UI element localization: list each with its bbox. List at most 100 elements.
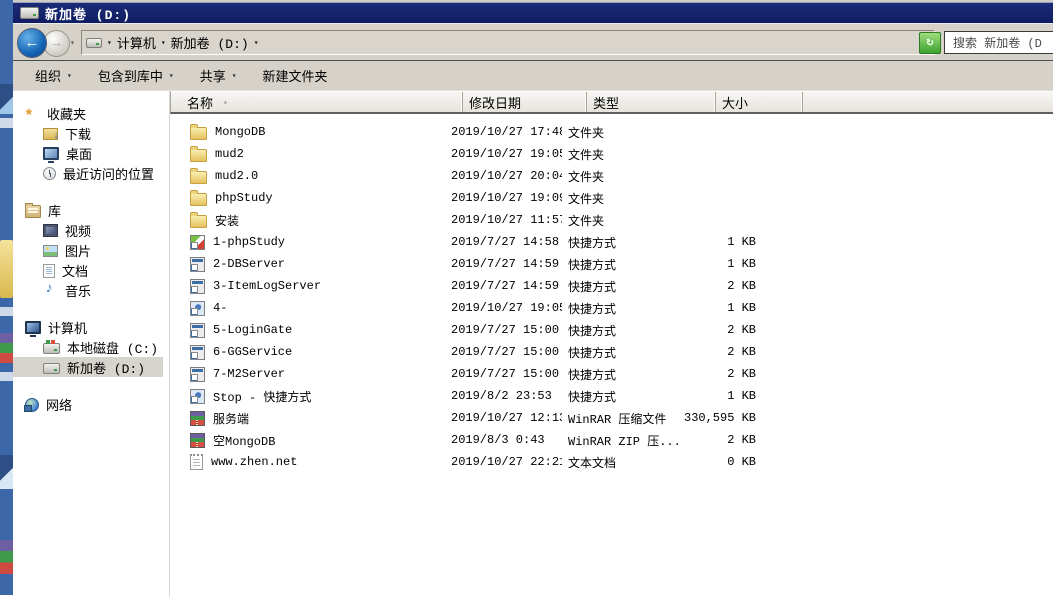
file-type: 快捷方式 — [562, 366, 684, 383]
file-name-cell: www.zhen.net — [170, 454, 445, 470]
breadcrumb-drive[interactable]: 新加卷 (D:) — [171, 33, 249, 52]
sidebar-item[interactable]: 库 — [13, 200, 163, 220]
command-toolbar: 组织 ▾ 包含到库中 ▾ 共享 ▾ 新建文件夹 — [13, 61, 1053, 91]
desktop-icon-label-fragment — [0, 118, 13, 128]
sidebar-item[interactable]: 网络 — [13, 394, 163, 414]
file-name-cell: 安装 — [170, 212, 445, 229]
sidebar-item[interactable]: 最近访问的位置 — [13, 163, 163, 183]
file-row[interactable]: 服务端 2019/10/27 12:13 WinRAR 压缩文件 330,595… — [170, 407, 1053, 429]
shortcut-gear-icon — [190, 301, 205, 316]
folder-icon — [190, 149, 207, 162]
file-type: 快捷方式 — [562, 278, 684, 295]
file-row[interactable]: 7-M2Server 2019/7/27 15:00 快捷方式 2 KB — [170, 363, 1053, 385]
refresh-button[interactable]: ↻ — [919, 32, 941, 54]
new-folder-button[interactable]: 新建文件夹 — [263, 66, 328, 85]
breadcrumb-arrow-icon[interactable]: ▾ — [161, 38, 166, 48]
sidebar-item[interactable]: 下载 — [13, 123, 163, 143]
include-in-library-button[interactable]: 包含到库中 ▾ — [98, 66, 174, 85]
column-header-date[interactable]: 修改日期 — [463, 92, 587, 112]
file-name: 4- — [213, 301, 227, 315]
file-date: 2019/7/27 14:58 — [445, 235, 562, 249]
file-name: mud2 — [215, 147, 244, 161]
file-type: 文件夹 — [562, 146, 684, 163]
file-name-cell: mud2.0 — [170, 168, 445, 184]
file-row[interactable]: 空MongoDB 2019/8/3 0:43 WinRAR ZIP 压... 2… — [170, 429, 1053, 451]
file-row[interactable]: Stop - 快捷方式 2019/8/2 23:53 快捷方式 1 KB — [170, 385, 1053, 407]
file-date: 2019/10/27 19:09 — [445, 191, 562, 205]
file-size: 2 KB — [684, 367, 764, 381]
share-button[interactable]: 共享 ▾ — [200, 66, 237, 85]
file-row[interactable]: 4- 2019/10/27 19:05 快捷方式 1 KB — [170, 297, 1053, 319]
file-date: 2019/8/2 23:53 — [445, 389, 562, 403]
sidebar-item[interactable]: 本地磁盘 (C:) — [13, 337, 163, 357]
column-header-extra[interactable] — [803, 92, 1053, 112]
sidebar-item[interactable]: 桌面 — [13, 143, 163, 163]
file-row[interactable]: www.zhen.net 2019/10/27 22:21 文本文档 0 KB — [170, 451, 1053, 473]
address-breadcrumb-field[interactable]: ▾ 计算机 ▾ 新加卷 (D:) ▾ ▾ — [81, 30, 935, 55]
sidebar-item[interactable]: 视频 — [13, 220, 163, 240]
sidebar-item[interactable]: 文档 — [13, 260, 163, 280]
file-type: 文件夹 — [562, 212, 684, 229]
desktop-icon-fragment — [0, 240, 13, 298]
organize-button[interactable]: 组织 ▾ — [35, 66, 72, 85]
column-header-type[interactable]: 类型 — [587, 92, 716, 112]
sidebar-item-label: 文档 — [62, 261, 88, 280]
pane-divider[interactable] — [163, 91, 170, 597]
file-type: 快捷方式 — [562, 322, 684, 339]
main-area: 收藏夹 下载 桌面 最近访问的位置 — [13, 91, 1053, 597]
desktop-icon-fragment — [0, 540, 13, 574]
file-row[interactable]: 2-DBServer 2019/7/27 14:59 快捷方式 1 KB — [170, 253, 1053, 275]
file-row[interactable]: 6-GGService 2019/7/27 15:00 快捷方式 2 KB — [170, 341, 1053, 363]
file-name: phpStudy — [215, 191, 273, 205]
file-row[interactable]: phpStudy 2019/10/27 19:09 文件夹 — [170, 187, 1053, 209]
sidebar-item-label: 本地磁盘 (C:) — [67, 338, 158, 357]
file-size: 1 KB — [684, 235, 764, 249]
file-name-cell: phpStudy — [170, 190, 445, 206]
shortcut-app-icon — [190, 257, 205, 272]
breadcrumb-computer[interactable]: 计算机 — [117, 33, 156, 52]
column-header-size[interactable]: 大小 — [716, 92, 803, 112]
sidebar-item[interactable]: 收藏夹 — [13, 103, 163, 123]
file-name-cell: 空MongoDB — [170, 432, 445, 449]
address-bar: ← → ▾ ▾ 计算机 ▾ 新加卷 (D:) ▾ ▾ ↻ 搜索 新加卷 (D — [13, 24, 1053, 61]
shortcut-gear-icon — [190, 389, 205, 404]
winrar-icon — [190, 411, 205, 426]
new-folder-label: 新建文件夹 — [263, 66, 328, 85]
download-icon — [43, 128, 58, 140]
file-name-cell: 服务端 — [170, 410, 445, 427]
forward-button[interactable]: → — [43, 30, 70, 57]
recent-pages-dropdown-icon[interactable]: ▾ — [70, 38, 75, 48]
breadcrumb-arrow-icon[interactable]: ▾ — [254, 38, 259, 48]
sidebar-item[interactable]: 图片 — [13, 240, 163, 260]
breadcrumb-arrow-icon[interactable]: ▾ — [107, 38, 112, 48]
desktop-icon-label-fragment — [0, 372, 13, 381]
back-button[interactable]: ← — [17, 28, 47, 58]
file-date: 2019/10/27 17:48 — [445, 125, 562, 139]
file-size: 2 KB — [684, 323, 764, 337]
file-row[interactable]: 安装 2019/10/27 11:57 文件夹 — [170, 209, 1053, 231]
sidebar-item[interactable]: 计算机 — [13, 317, 163, 337]
file-row[interactable]: 1-phpStudy 2019/7/27 14:58 快捷方式 1 KB — [170, 231, 1053, 253]
file-row[interactable]: 5-LoginGate 2019/7/27 15:00 快捷方式 2 KB — [170, 319, 1053, 341]
file-name-cell: 7-M2Server — [170, 367, 445, 382]
file-name: 5-LoginGate — [213, 323, 292, 337]
folder-icon — [190, 127, 207, 140]
file-row[interactable]: mud2 2019/10/27 19:05 文件夹 — [170, 143, 1053, 165]
file-name: 6-GGService — [213, 345, 292, 359]
file-date: 2019/10/27 22:21 — [445, 455, 562, 469]
file-name-cell: 1-phpStudy — [170, 235, 445, 250]
file-name: 7-M2Server — [213, 367, 285, 381]
file-row[interactable]: 3-ItemLogServer 2019/7/27 14:59 快捷方式 2 K… — [170, 275, 1053, 297]
sidebar-item[interactable]: 音乐 — [13, 280, 163, 300]
folder-icon — [190, 193, 207, 206]
title-bar[interactable]: 新加卷 (D:) — [13, 2, 1053, 24]
file-row[interactable]: MongoDB 2019/10/27 17:48 文件夹 — [170, 121, 1053, 143]
file-date: 2019/7/27 15:00 — [445, 367, 562, 381]
file-type: 快捷方式 — [562, 256, 684, 273]
search-input[interactable]: 搜索 新加卷 (D — [944, 31, 1053, 54]
file-name: 安装 — [215, 212, 239, 229]
column-header-name[interactable]: 名称 ▴ — [171, 92, 463, 112]
file-name: MongoDB — [215, 125, 265, 139]
sidebar-item[interactable]: 新加卷 (D:) — [13, 357, 163, 377]
file-row[interactable]: mud2.0 2019/10/27 20:04 文件夹 — [170, 165, 1053, 187]
